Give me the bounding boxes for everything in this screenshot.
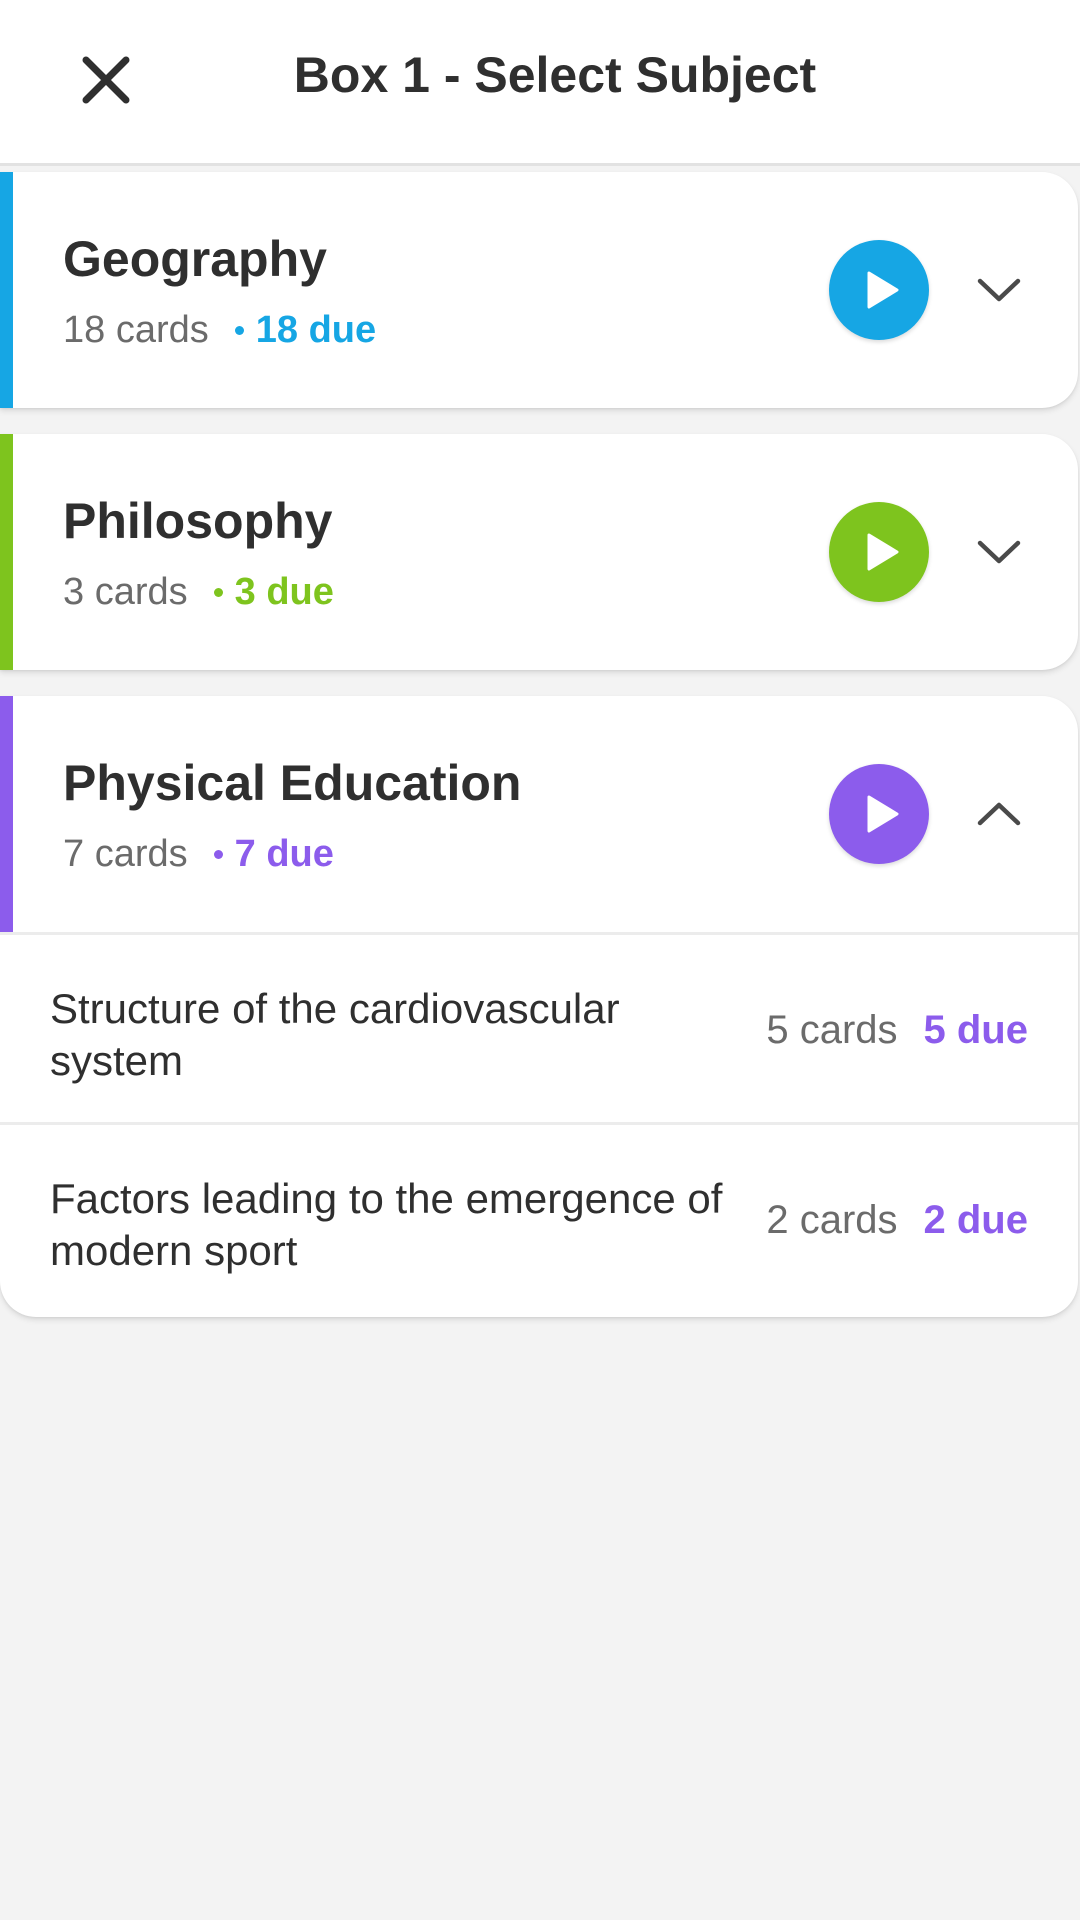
chevron-down-icon	[977, 540, 1021, 564]
separator-dot	[234, 326, 244, 335]
separator-dot	[213, 588, 223, 597]
page-title: Box 1 - Select Subject	[293, 47, 817, 103]
play-icon	[867, 271, 899, 309]
due-count: 18 due	[255, 309, 377, 351]
play-icon	[867, 533, 899, 571]
chevron-up-icon	[977, 802, 1021, 826]
subject-card-header[interactable]: Philosophy 3 cards 3 due	[0, 434, 1078, 670]
topic-meta: 5 cards 5 due	[766, 1008, 1028, 1053]
subject-card-geography[interactable]: Geography 18 cards 18 due	[0, 172, 1078, 408]
subject-name: Geography	[63, 231, 327, 287]
chevron-down-icon	[977, 278, 1021, 302]
play-button[interactable]	[829, 502, 929, 602]
expand-button[interactable]	[964, 522, 1034, 582]
subject-name: Physical Education	[63, 755, 522, 811]
subject-list: Geography 18 cards 18 due Philosophy 3 c…	[0, 172, 1080, 1343]
topic-row[interactable]: Structure of the cardiovascular system 5…	[0, 935, 1078, 1125]
cards-count: 2 cards	[766, 1198, 898, 1242]
due-count: 3 due	[234, 571, 334, 613]
separator-dot	[213, 850, 223, 859]
subject-meta: 7 cards 7 due	[63, 833, 334, 876]
topic-list: Structure of the cardiovascular system 5…	[0, 932, 1078, 1317]
subject-card-philosophy[interactable]: Philosophy 3 cards 3 due	[0, 434, 1078, 670]
subject-card-header[interactable]: Physical Education 7 cards 7 due	[0, 696, 1078, 932]
expand-button[interactable]	[964, 260, 1034, 320]
subject-name: Philosophy	[63, 493, 333, 549]
subject-card-physical-education[interactable]: Physical Education 7 cards 7 due Structu…	[0, 696, 1078, 1317]
cards-count: 7 cards	[63, 833, 188, 875]
app-bar: Box 1 - Select Subject	[0, 0, 1080, 166]
due-count: 2 due	[923, 1198, 1028, 1242]
topic-title: Factors leading to the emergence of mode…	[50, 1175, 723, 1274]
cards-count: 18 cards	[63, 309, 209, 351]
subject-card-header[interactable]: Geography 18 cards 18 due	[0, 172, 1078, 408]
due-count: 5 due	[923, 1008, 1028, 1052]
play-icon	[867, 795, 899, 833]
subject-meta: 18 cards 18 due	[63, 309, 376, 352]
due-count: 7 due	[234, 833, 334, 875]
topic-meta: 2 cards 2 due	[766, 1198, 1028, 1243]
cards-count: 5 cards	[766, 1008, 898, 1052]
cards-count: 3 cards	[63, 571, 188, 613]
topic-title: Structure of the cardiovascular system	[50, 985, 620, 1084]
collapse-button[interactable]	[964, 784, 1034, 844]
topic-row[interactable]: Factors leading to the emergence of mode…	[0, 1125, 1078, 1317]
subject-meta: 3 cards 3 due	[63, 571, 334, 614]
play-button[interactable]	[829, 240, 929, 340]
play-button[interactable]	[829, 764, 929, 864]
